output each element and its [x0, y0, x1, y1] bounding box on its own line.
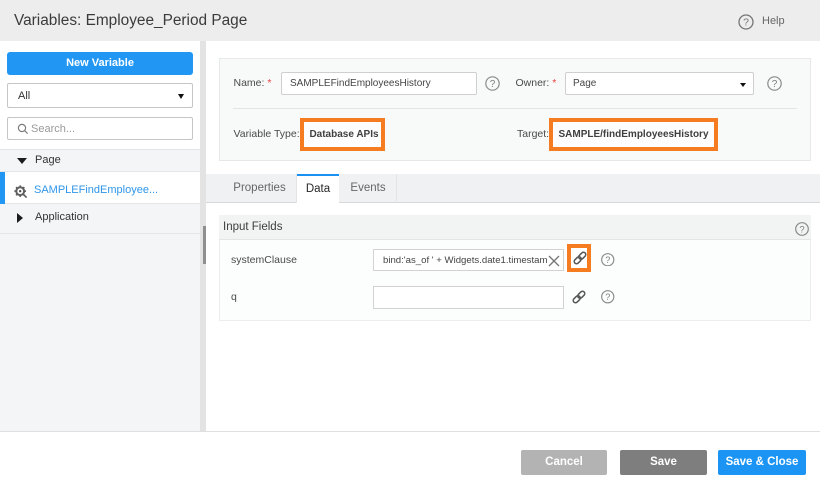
svg-text:?: ? — [772, 79, 778, 90]
svg-text:?: ? — [605, 292, 610, 302]
svg-text:?: ? — [605, 255, 610, 265]
svg-text:?: ? — [799, 225, 804, 236]
svg-text:?: ? — [490, 79, 496, 90]
svg-text:?: ? — [743, 17, 749, 29]
